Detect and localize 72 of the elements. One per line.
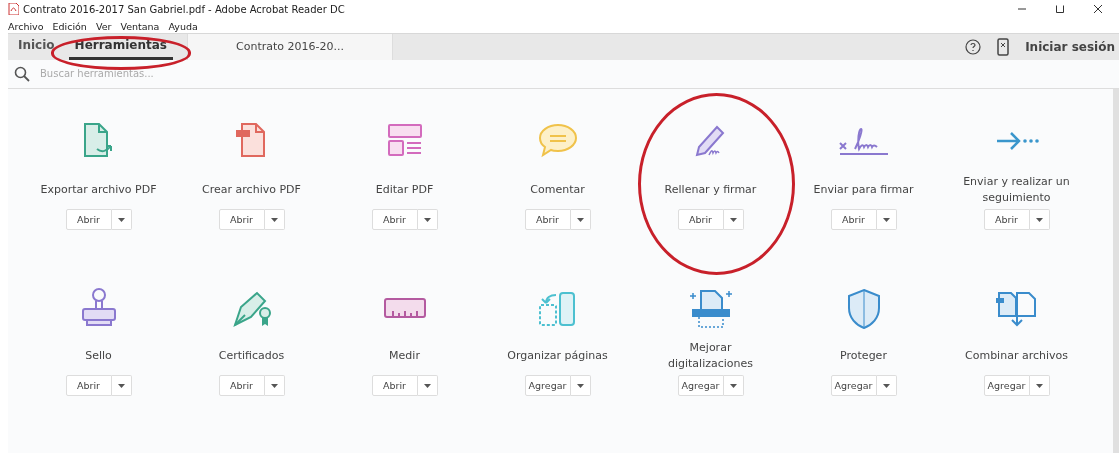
dropdown-button[interactable] (876, 375, 897, 396)
tool-action-button[interactable]: Abrir (218, 209, 265, 230)
caret-icon (270, 383, 278, 388)
caret-icon (729, 383, 737, 388)
menu-item[interactable]: Ayuda (168, 20, 198, 32)
caret-icon (117, 217, 125, 222)
pdf-file-icon (8, 3, 19, 16)
caret-icon (423, 217, 431, 222)
caret-icon (423, 383, 431, 388)
dropdown-button[interactable] (264, 375, 285, 396)
dropdown-button[interactable] (1029, 209, 1050, 230)
caret-icon (729, 217, 737, 222)
tool-label: Sello (84, 348, 113, 364)
caret-icon (117, 383, 125, 388)
caret-icon (576, 217, 584, 222)
menu-item[interactable]: Ventana (120, 20, 160, 32)
tool-label: Medir (388, 348, 421, 364)
tool-label: Mejorar digitalizaciones (666, 340, 755, 372)
tool-action-button[interactable]: Agregar (524, 375, 571, 396)
caret-icon (882, 383, 890, 388)
tab[interactable]: Inicio (12, 34, 61, 60)
tool-action-button[interactable]: Agregar (830, 375, 877, 396)
dropdown-button[interactable] (876, 209, 897, 230)
mobile-device-icon[interactable] (997, 37, 1010, 56)
help-icon[interactable] (965, 38, 982, 55)
dropdown-button[interactable] (570, 375, 591, 396)
dropdown-button[interactable] (111, 209, 132, 230)
dropdown-button[interactable] (723, 375, 744, 396)
tool-label: Enviar para firmar (812, 182, 915, 198)
menu-item[interactable]: Archivo (8, 20, 44, 32)
caret-icon (882, 217, 890, 222)
close-icon[interactable] (1093, 4, 1103, 15)
tool-action-button[interactable]: Agregar (983, 375, 1030, 396)
tool-action-button[interactable]: Abrir (677, 209, 724, 230)
search-icon (14, 65, 30, 82)
caret-icon (1035, 383, 1043, 388)
tool-action-button[interactable]: Abrir (218, 375, 265, 396)
tool-label: Rellenar y firmar (663, 182, 758, 198)
maximize-icon[interactable] (1055, 4, 1065, 15)
tool-action-button[interactable]: Agregar (677, 375, 724, 396)
document-tab[interactable]: Contrato 2016-20... (187, 34, 393, 60)
caret-icon (270, 217, 278, 222)
tool-action-button[interactable]: Abrir (830, 209, 877, 230)
window-title: Contrato 2016-2017 San Gabriel.pdf - Adobe Acrobat Reader DC (23, 4, 345, 15)
caret-icon (1035, 217, 1043, 222)
tool-label: Enviar y realizar un seguimiento (962, 174, 1071, 206)
tool-label: Comentar (529, 182, 586, 198)
dropdown-button[interactable] (723, 209, 744, 230)
sign-in-link[interactable]: Iniciar sesión (1025, 39, 1115, 54)
menu-item[interactable]: Ver (95, 20, 112, 32)
dropdown-button[interactable] (570, 209, 591, 230)
dropdown-button[interactable] (417, 375, 438, 396)
tool-label: Organizar páginas (506, 348, 609, 364)
dropdown-button[interactable] (111, 375, 132, 396)
tool-action-button[interactable]: Abrir (65, 375, 112, 396)
tool-label: Crear archivo PDF (201, 182, 302, 198)
menu-item[interactable]: Edición (52, 20, 87, 32)
tool-action-button[interactable]: Abrir (524, 209, 571, 230)
dropdown-button[interactable] (1029, 375, 1050, 396)
tool-action-button[interactable]: Abrir (65, 209, 112, 230)
dropdown-button[interactable] (417, 209, 438, 230)
tool-action-button[interactable]: Abrir (371, 209, 418, 230)
caret-icon (576, 383, 584, 388)
tool-label: Combinar archivos (964, 348, 1069, 364)
search-field[interactable]: Buscar herramientas... (38, 67, 242, 81)
tool-action-button[interactable]: Abrir (371, 375, 418, 396)
tool-label: Proteger (839, 348, 888, 364)
tool-label: Certificados (217, 348, 286, 364)
tool-label: Exportar archivo PDF (39, 182, 158, 198)
dropdown-button[interactable] (264, 209, 285, 230)
tool-label: Editar PDF (374, 182, 435, 198)
tool-action-button[interactable]: Abrir (983, 209, 1030, 230)
